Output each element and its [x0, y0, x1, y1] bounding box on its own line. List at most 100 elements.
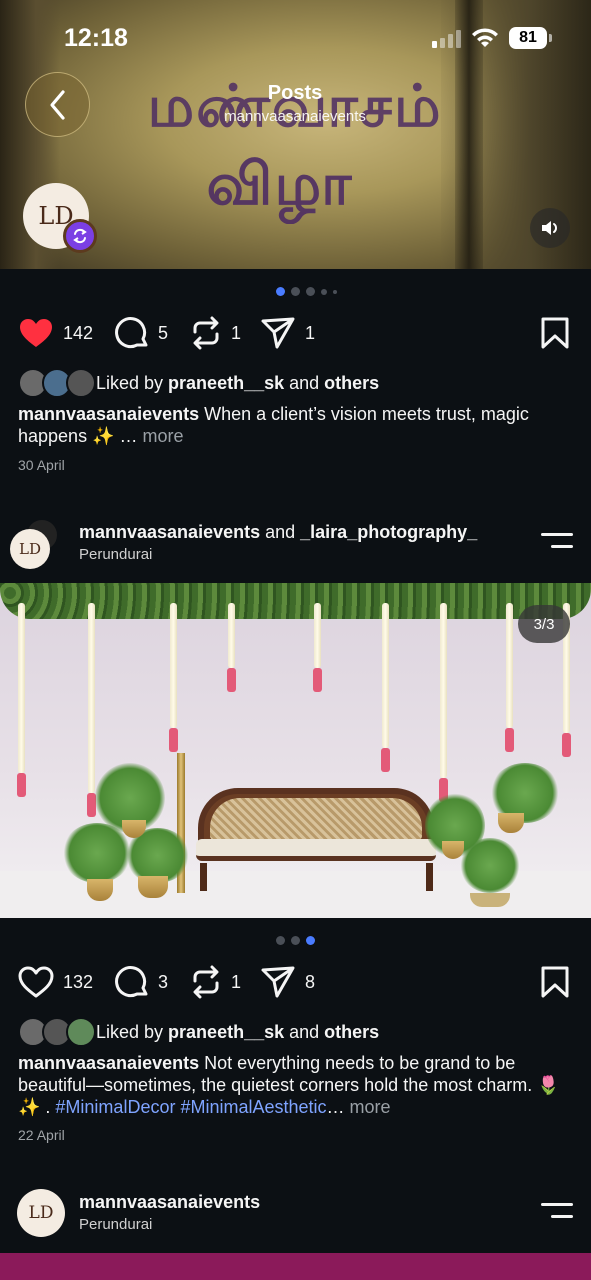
- carousel-dots-top: [276, 287, 337, 296]
- liked-by-row[interactable]: Liked by praneeth__sk and others: [18, 367, 379, 399]
- menu-icon[interactable]: [541, 1203, 573, 1223]
- back-icon: [49, 89, 65, 120]
- carousel-dot: [276, 287, 285, 296]
- page-title: Posts: [267, 82, 323, 104]
- share-count[interactable]: 8: [305, 972, 315, 993]
- caption-more-link[interactable]: more: [350, 1097, 391, 1117]
- liked-by-others[interactable]: others: [324, 1022, 379, 1042]
- second-post-header: LD mannvaasanaievents and _laira_photogr…: [0, 513, 591, 583]
- repost-count[interactable]: 1: [231, 972, 241, 993]
- avatar: [66, 1017, 96, 1047]
- top-post-caption: mannvaasanaievents When a client’s visio…: [18, 403, 578, 447]
- post-location[interactable]: Perundurai: [79, 1216, 152, 1233]
- like-count[interactable]: 142: [63, 323, 93, 344]
- liked-by-user[interactable]: praneeth__sk: [168, 1022, 284, 1042]
- flower-strand: [87, 603, 96, 817]
- repost-icon: [73, 228, 87, 244]
- post-author-line: mannvaasanaievents and _laira_photograph…: [79, 522, 477, 543]
- plant: [62, 823, 132, 883]
- repost-action[interactable]: 1: [190, 957, 241, 1007]
- flower-strand: [227, 603, 236, 692]
- brass-pot: [87, 879, 113, 901]
- repost-action[interactable]: 1: [190, 308, 241, 358]
- share-icon[interactable]: [260, 316, 296, 350]
- carousel-dot: [291, 936, 300, 945]
- battery-tip: [549, 34, 552, 42]
- bookmark-icon[interactable]: [540, 317, 570, 349]
- sofa-leg: [200, 863, 207, 891]
- caption-username[interactable]: mannvaasanaievents: [18, 1053, 199, 1073]
- liked-by-user[interactable]: praneeth__sk: [168, 373, 284, 393]
- flower-strand: [169, 603, 178, 752]
- carousel-dot: [306, 936, 315, 945]
- like-action[interactable]: 142: [18, 308, 93, 358]
- post-location[interactable]: Perundurai: [79, 546, 152, 563]
- sofa-seat: [196, 839, 436, 861]
- repost-icon[interactable]: [190, 965, 222, 999]
- comment-icon[interactable]: [115, 965, 149, 999]
- post-author[interactable]: mannvaasanaievents: [79, 522, 260, 542]
- liked-by-prefix: Liked by: [96, 372, 169, 393]
- brass-pot: [138, 876, 168, 898]
- flower-strand: [439, 603, 448, 802]
- post-author-and: and: [260, 522, 301, 542]
- author-avatar[interactable]: LD: [10, 529, 50, 569]
- carousel-dots-second: [276, 936, 315, 945]
- repost-icon[interactable]: [190, 316, 222, 350]
- comment-count[interactable]: 5: [158, 323, 168, 344]
- status-time: 12:18: [64, 24, 128, 52]
- comment-action[interactable]: 3: [115, 957, 168, 1007]
- liked-by-and: and: [284, 1021, 325, 1042]
- post-author-line: mannvaasanaievents: [79, 1192, 260, 1213]
- comment-action[interactable]: 5: [115, 308, 168, 358]
- page-subtitle: mannvaasanaievents: [224, 108, 366, 125]
- caption-ellipsis: …: [326, 1097, 350, 1117]
- top-post-actions: 142 5 1 1: [0, 308, 591, 358]
- carousel-dot: [306, 287, 315, 296]
- share-count[interactable]: 1: [305, 323, 315, 344]
- sofa-leg: [426, 863, 433, 891]
- share-icon[interactable]: [260, 965, 296, 999]
- signal-icon: [432, 30, 464, 48]
- share-action[interactable]: 8: [260, 957, 315, 1007]
- share-action[interactable]: 1: [260, 308, 315, 358]
- status-bar: 12:18 81: [0, 0, 591, 80]
- like-count[interactable]: 132: [63, 972, 93, 993]
- caption-username[interactable]: mannvaasanaievents: [18, 404, 199, 424]
- second-post-date: 22 April: [18, 1127, 65, 1143]
- second-post-media[interactable]: [0, 583, 591, 918]
- comment-icon[interactable]: [115, 316, 149, 350]
- battery-level: 81: [509, 27, 547, 49]
- caption-more-link[interactable]: more: [142, 426, 183, 446]
- post-author[interactable]: mannvaasanaievents: [79, 1192, 260, 1212]
- menu-icon[interactable]: [541, 533, 573, 553]
- third-post-media-preview[interactable]: [0, 1253, 591, 1280]
- third-post-header: LD mannvaasanaievents Perundurai: [0, 1183, 591, 1253]
- carousel-dot: [333, 289, 337, 294]
- plant: [460, 838, 520, 893]
- speaker-icon: [542, 221, 557, 235]
- post-collaborator[interactable]: _laira_photography_: [300, 522, 477, 542]
- liked-by-others[interactable]: others: [324, 373, 379, 393]
- heart-icon[interactable]: [18, 317, 54, 349]
- bookmark-icon[interactable]: [540, 966, 570, 998]
- liked-by-row[interactable]: Liked by praneeth__sk and others: [18, 1016, 379, 1048]
- author-avatar[interactable]: LD: [17, 1189, 65, 1237]
- liked-by-and: and: [284, 372, 325, 393]
- image-counter-badge: 3/3: [518, 605, 570, 643]
- repost-badge: [63, 219, 97, 253]
- caption-hashtags[interactable]: #MinimalDecor #MinimalAesthetic: [55, 1097, 326, 1117]
- liked-avatars: [18, 367, 96, 399]
- carousel-dot: [321, 288, 327, 295]
- heart-icon[interactable]: [18, 966, 54, 998]
- flower-strand: [505, 603, 514, 752]
- sofa-cane: [210, 798, 422, 840]
- sound-toggle-button[interactable]: [530, 208, 570, 248]
- carousel-dot: [276, 936, 285, 945]
- comment-count[interactable]: 3: [158, 972, 168, 993]
- back-button[interactable]: [25, 72, 90, 137]
- like-action[interactable]: 132: [18, 957, 93, 1007]
- flower-strand: [17, 603, 26, 797]
- repost-count[interactable]: 1: [231, 323, 241, 344]
- top-post-date: 30 April: [18, 457, 65, 473]
